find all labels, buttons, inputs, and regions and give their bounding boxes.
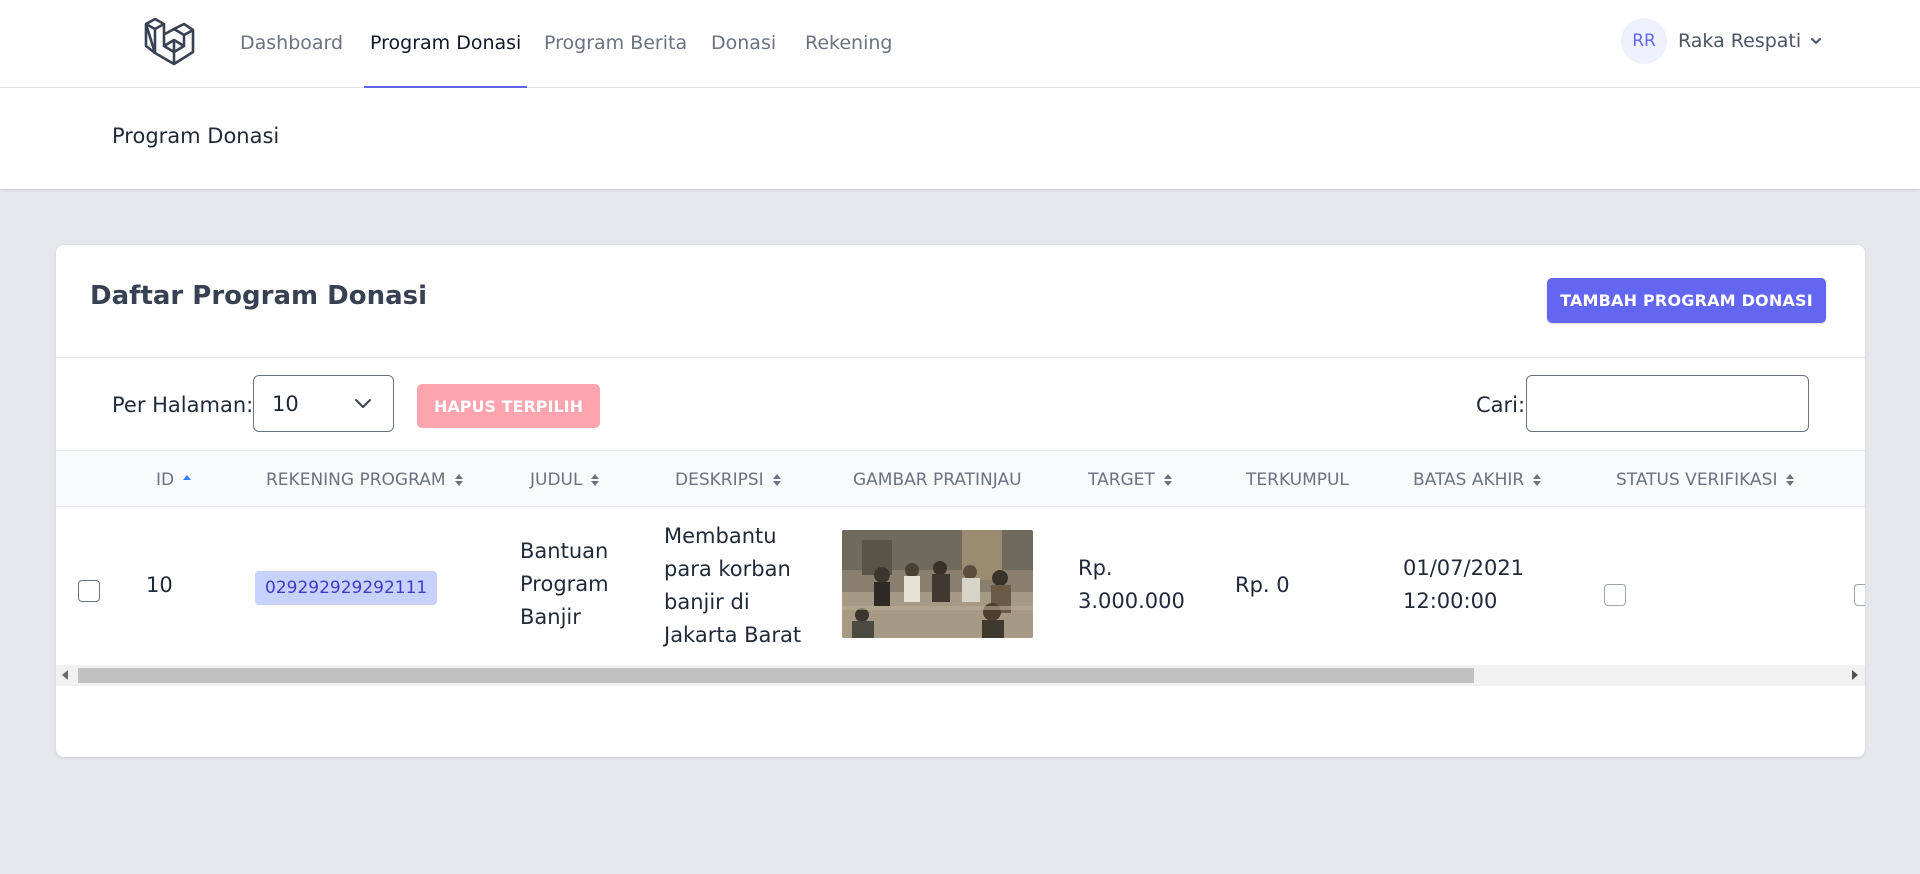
chevron-down-icon: [355, 399, 371, 408]
rekening-badge[interactable]: 029292929292111: [255, 571, 438, 605]
card-title: Daftar Program Donasi: [90, 281, 428, 311]
cell-terkumpul: Rp. 0: [1235, 573, 1290, 597]
column-header-rekening[interactable]: REKENING PROGRAM: [266, 451, 464, 508]
status-verifikasi-checkbox[interactable]: [1604, 584, 1626, 606]
column-header-target[interactable]: TARGET: [1088, 451, 1173, 508]
table-row: 10 029292929292111 Bantuan Program Banji…: [56, 507, 1865, 665]
sort-icon: [454, 473, 463, 486]
column-header-terkumpul: TERKUMPUL: [1246, 451, 1349, 508]
cell-line: 12:00:00: [1403, 589, 1498, 613]
cell-judul: Bantuan Program Banjir: [520, 535, 609, 634]
column-header-label: BATAS AKHIR: [1413, 469, 1525, 490]
per-page-label: Per Halaman:: [112, 393, 254, 417]
user-name: Raka Respati: [1678, 30, 1802, 52]
cell-line: Banjir: [520, 605, 581, 629]
divider: [56, 357, 1865, 358]
cell-line: Program: [520, 572, 609, 596]
column-header-label: REKENING PROGRAM: [266, 469, 446, 490]
row-select-checkbox[interactable]: [78, 580, 100, 602]
column-header-label: DESKRIPSI: [675, 469, 764, 490]
nav-rekening[interactable]: Rekening: [799, 0, 898, 88]
page-header: Program Donasi: [0, 88, 1920, 189]
sort-ascending-icon: [183, 474, 192, 480]
cell-line: Membantu: [664, 524, 777, 548]
delete-selected-button[interactable]: HAPUS TERPILIH: [417, 384, 600, 428]
sort-icon: [1786, 473, 1795, 486]
column-header-batas-akhir[interactable]: BATAS AKHIR: [1413, 451, 1542, 508]
page-title: Program Donasi: [112, 124, 280, 148]
nav-program-donasi[interactable]: Program Donasi: [364, 0, 528, 88]
avatar: RR: [1621, 18, 1667, 64]
top-navigation: Dashboard Program Donasi Program Berita …: [0, 0, 1920, 88]
column-header-label: GAMBAR PRATINJAU: [853, 469, 1022, 490]
horizontal-scrollbar[interactable]: [56, 665, 1865, 686]
column-header-label: JUDUL: [530, 469, 583, 490]
chevron-down-icon: [1811, 38, 1822, 44]
column-header-gambar: GAMBAR PRATINJAU: [853, 451, 1022, 508]
cell-line: banjir di: [664, 590, 750, 614]
per-page-select[interactable]: 10: [253, 375, 394, 432]
cell-id: 10: [146, 573, 173, 597]
cell-target: Rp. 3.000.000: [1078, 552, 1185, 618]
scroll-left-arrow-icon[interactable]: [62, 670, 68, 680]
cell-deskripsi: Membantu para korban banjir di Jakarta B…: [664, 520, 801, 652]
search-label: Cari:: [1476, 393, 1526, 417]
table-header: ID REKENING PROGRAM JUDUL DESKRIPSI GAMB…: [56, 450, 1865, 507]
scrollbar-thumb[interactable]: [78, 668, 1474, 683]
sort-icon: [1163, 473, 1172, 486]
nav-donasi[interactable]: Donasi: [705, 0, 782, 88]
cell-line: 3.000.000: [1078, 589, 1185, 613]
scroll-right-arrow-icon[interactable]: [1852, 670, 1858, 680]
add-program-button[interactable]: TAMBAH PROGRAM DONASI: [1547, 278, 1826, 323]
column-header-label: ID: [156, 469, 175, 490]
nav-program-berita[interactable]: Program Berita: [538, 0, 693, 88]
cell-line: Bantuan: [520, 539, 609, 563]
sort-icon: [772, 473, 781, 486]
column-header-id[interactable]: ID: [156, 451, 192, 508]
preview-image[interactable]: [842, 530, 1033, 638]
column-header-label: TARGET: [1088, 469, 1155, 490]
column-header-label: TERKUMPUL: [1246, 469, 1349, 490]
sort-icon: [1533, 473, 1542, 486]
nav-dashboard[interactable]: Dashboard: [234, 0, 349, 88]
user-menu[interactable]: RR Raka Respati: [1621, 18, 1823, 64]
per-page-value: 10: [272, 392, 299, 416]
cell-line: 01/07/2021: [1403, 556, 1525, 580]
search-input[interactable]: [1526, 375, 1809, 432]
cell-line: para korban: [664, 557, 791, 581]
program-list-card: Daftar Program Donasi TAMBAH PROGRAM DON…: [56, 245, 1865, 757]
column-header-deskripsi[interactable]: DESKRIPSI: [675, 451, 782, 508]
cell-batas-akhir: 01/07/2021 12:00:00: [1403, 552, 1524, 618]
cell-line: Jakarta Barat: [664, 623, 802, 647]
column-header-label: STATUS VERIFIKASI: [1616, 469, 1778, 490]
sort-icon: [591, 473, 600, 486]
app-logo-icon[interactable]: [143, 16, 195, 70]
column-header-status-verifikasi[interactable]: STATUS VERIFIKASI: [1616, 451, 1795, 508]
cell-line: Rp.: [1078, 556, 1113, 580]
row-checkbox[interactable]: [1854, 584, 1865, 606]
column-header-judul[interactable]: JUDUL: [530, 451, 600, 508]
